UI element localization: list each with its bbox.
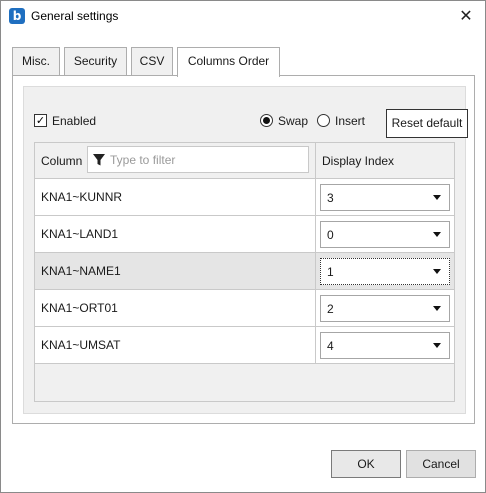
row-divider xyxy=(315,179,316,215)
swap-label: Swap xyxy=(278,114,309,128)
chevron-down-icon[interactable] xyxy=(427,222,449,247)
grid-header: Column Display Index xyxy=(35,143,454,179)
chevron-down-icon[interactable] xyxy=(427,333,449,358)
swap-radio-dot xyxy=(263,117,270,124)
display-index-select[interactable]: 4 xyxy=(320,332,450,359)
display-index-select[interactable]: 1 xyxy=(320,258,450,285)
insert-label: Insert xyxy=(335,114,366,128)
display-index-value: 3 xyxy=(327,191,334,205)
dialog-body: Misc. Security CSV Columns Order ✓ Enabl… xyxy=(12,47,475,424)
chevron-down-icon[interactable] xyxy=(427,296,449,321)
display-index-header: Display Index xyxy=(322,154,395,168)
tab-misc[interactable]: Misc. xyxy=(12,47,60,75)
columns-grid: Column Display Index KNA1~KUNNR xyxy=(34,142,455,402)
display-index-select[interactable]: 2 xyxy=(320,295,450,322)
row-column-name: KNA1~KUNNR xyxy=(41,190,123,204)
column-header: Column xyxy=(41,154,83,168)
display-index-value: 1 xyxy=(327,265,334,279)
table-row[interactable]: KNA1~KUNNR 3 xyxy=(35,179,454,216)
row-column-name: KNA1~ORT01 xyxy=(41,301,118,315)
chevron-down-icon[interactable] xyxy=(427,259,449,284)
window-title: General settings xyxy=(31,9,119,23)
close-icon[interactable]: ✕ xyxy=(453,4,479,28)
header-divider xyxy=(315,143,316,179)
table-row[interactable]: KNA1~ORT01 2 xyxy=(35,290,454,327)
table-row[interactable]: KNA1~LAND1 0 xyxy=(35,216,454,253)
tab-csv[interactable]: CSV xyxy=(131,47,173,75)
title-bar: b General settings ✕ xyxy=(1,1,485,32)
settings-dialog: b General settings ✕ Misc. Security CSV … xyxy=(0,0,486,493)
table-row[interactable]: KNA1~UMSAT 4 xyxy=(35,327,454,364)
app-logo-icon: b xyxy=(9,8,25,24)
filter-input[interactable] xyxy=(108,147,306,172)
columns-order-panel: ✓ Enabled Swap Insert Reset default Colu… xyxy=(12,75,475,424)
row-column-name: KNA1~NAME1 xyxy=(41,264,121,278)
tab-columns-order[interactable]: Columns Order xyxy=(177,47,280,77)
filter-icon xyxy=(93,154,105,166)
row-column-name: KNA1~UMSAT xyxy=(41,338,121,352)
display-index-value: 2 xyxy=(327,302,334,316)
row-divider xyxy=(315,216,316,252)
columns-order-content: ✓ Enabled Swap Insert Reset default Colu… xyxy=(23,86,468,414)
row-divider xyxy=(315,253,316,289)
enabled-label: Enabled xyxy=(52,114,97,128)
insert-radio[interactable] xyxy=(317,114,330,127)
display-index-value: 4 xyxy=(327,339,334,353)
enabled-checkbox[interactable]: ✓ xyxy=(34,114,47,127)
display-index-value: 0 xyxy=(327,228,334,242)
row-divider xyxy=(315,327,316,363)
table-row[interactable]: KNA1~NAME1 1 xyxy=(35,253,454,290)
display-index-select[interactable]: 3 xyxy=(320,184,450,211)
cancel-button[interactable]: Cancel xyxy=(406,450,476,478)
swap-radio[interactable] xyxy=(260,114,273,127)
tab-security[interactable]: Security xyxy=(64,47,127,75)
tab-strip: Misc. Security CSV Columns Order xyxy=(12,47,475,77)
reset-default-button[interactable]: Reset default xyxy=(386,109,468,138)
filter-box xyxy=(87,146,309,173)
row-column-name: KNA1~LAND1 xyxy=(41,227,119,241)
row-divider xyxy=(315,290,316,326)
display-index-select[interactable]: 0 xyxy=(320,221,450,248)
ok-button[interactable]: OK xyxy=(331,450,401,478)
chevron-down-icon[interactable] xyxy=(427,185,449,210)
